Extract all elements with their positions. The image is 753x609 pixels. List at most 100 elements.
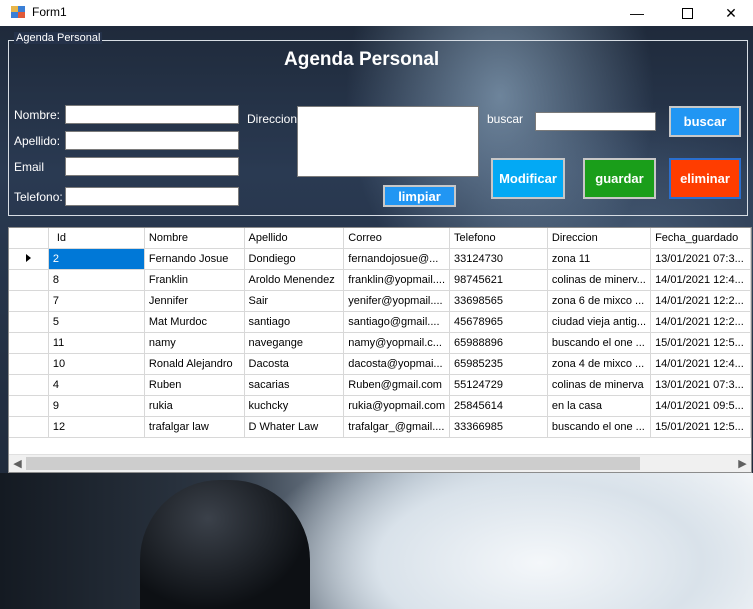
limpiar-button[interactable]: limpiar bbox=[383, 185, 456, 207]
table-cell[interactable]: 14/01/2021 12:4... bbox=[650, 353, 751, 375]
table-cell[interactable]: 9 bbox=[48, 395, 145, 417]
table-cell[interactable]: 45678965 bbox=[449, 311, 548, 333]
table-cell[interactable]: Ruben bbox=[144, 374, 245, 396]
table-cell[interactable]: santiago bbox=[244, 311, 345, 333]
row-header[interactable] bbox=[9, 311, 49, 333]
table-cell[interactable]: 65985235 bbox=[449, 353, 548, 375]
table-cell[interactable]: 13/01/2021 07:3... bbox=[650, 374, 751, 396]
scroll-thumb[interactable] bbox=[26, 457, 640, 470]
minimize-button[interactable]: — bbox=[614, 0, 660, 26]
column-header-apellido[interactable]: Apellido bbox=[244, 228, 345, 249]
search-input[interactable] bbox=[535, 112, 656, 131]
table-cell[interactable]: 15/01/2021 12:5... bbox=[650, 332, 751, 354]
table-cell[interactable]: 14/01/2021 09:5... bbox=[650, 395, 751, 417]
table-row[interactable]: 11 namy navegange namy@yopmail.c... 65988896… bbox=[9, 332, 751, 354]
table-cell[interactable]: rukia@yopmail.com bbox=[343, 395, 451, 417]
telefono-input[interactable] bbox=[65, 187, 239, 206]
guardar-button[interactable]: guardar bbox=[583, 158, 656, 199]
table-cell[interactable]: Dondiego bbox=[244, 248, 345, 270]
table-cell[interactable]: 65988896 bbox=[449, 332, 548, 354]
table-cell[interactable]: 15/01/2021 12:5... bbox=[650, 416, 751, 438]
row-header[interactable] bbox=[9, 269, 49, 291]
table-cell[interactable]: santiago@gmail.... bbox=[343, 311, 451, 333]
table-cell[interactable]: Fernando Josue bbox=[144, 248, 245, 270]
row-header[interactable] bbox=[9, 290, 49, 312]
eliminar-button[interactable]: eliminar bbox=[669, 158, 741, 199]
table-cell[interactable]: en la casa bbox=[547, 395, 652, 417]
table-cell[interactable]: 33124730 bbox=[449, 248, 548, 270]
horizontal-scrollbar[interactable]: ◀ ▶ bbox=[9, 454, 751, 472]
table-cell[interactable]: 14/01/2021 12:2... bbox=[650, 311, 751, 333]
table-row[interactable]: 4 Ruben sacarias Ruben@gmail.com 55124729 col… bbox=[9, 374, 751, 396]
table-row[interactable]: 7 Jennifer Sair yenifer@yopmail.... 33698565… bbox=[9, 290, 751, 312]
table-cell[interactable]: trafalgar law bbox=[144, 416, 245, 438]
table-cell[interactable]: franklin@yopmail.... bbox=[343, 269, 451, 291]
table-cell[interactable]: namy@yopmail.c... bbox=[343, 332, 451, 354]
table-cell[interactable]: colinas de minerva bbox=[547, 374, 652, 396]
table-row[interactable]: 5 Mat Murdoc santiago santiago@gmail.... 456… bbox=[9, 311, 751, 333]
table-cell[interactable]: ciudad vieja antig... bbox=[547, 311, 652, 333]
table-cell[interactable]: 33698565 bbox=[449, 290, 548, 312]
table-cell[interactable]: Ronald Alejandro bbox=[144, 353, 245, 375]
table-cell[interactable]: navegange bbox=[244, 332, 345, 354]
table-row[interactable]: 10 Ronald Alejandro Dacosta dacosta@yopmai.… bbox=[9, 353, 751, 375]
column-header-nombre[interactable]: Nombre bbox=[144, 228, 245, 249]
column-header-correo[interactable]: Correo bbox=[343, 228, 451, 249]
table-cell[interactable]: buscando el one ... bbox=[547, 416, 652, 438]
table-cell[interactable]: zona 6 de mixco ... bbox=[547, 290, 652, 312]
table-cell[interactable]: 25845614 bbox=[449, 395, 548, 417]
table-cell[interactable]: 55124729 bbox=[449, 374, 548, 396]
row-header[interactable] bbox=[9, 374, 49, 396]
contacts-grid[interactable]: Id Nombre Apellido Correo Telefono Direc… bbox=[8, 227, 752, 473]
table-cell[interactable]: dacosta@yopmai... bbox=[343, 353, 451, 375]
table-cell[interactable]: rukia bbox=[144, 395, 245, 417]
table-cell[interactable]: 33366985 bbox=[449, 416, 548, 438]
table-cell[interactable]: 5 bbox=[48, 311, 145, 333]
table-cell[interactable]: Ruben@gmail.com bbox=[343, 374, 451, 396]
table-cell[interactable]: yenifer@yopmail.... bbox=[343, 290, 451, 312]
scroll-left-icon[interactable]: ◀ bbox=[9, 455, 26, 472]
table-cell[interactable]: 14/01/2021 12:2... bbox=[650, 290, 751, 312]
column-header-id[interactable]: Id bbox=[48, 228, 145, 249]
direccion-textarea[interactable] bbox=[297, 106, 479, 177]
table-cell[interactable]: zona 11 bbox=[547, 248, 652, 270]
table-cell[interactable]: 13/01/2021 07:3... bbox=[650, 248, 751, 270]
table-cell[interactable]: 10 bbox=[48, 353, 145, 375]
table-cell[interactable]: zona 4 de mixco ... bbox=[547, 353, 652, 375]
table-cell[interactable]: kuchcky bbox=[244, 395, 345, 417]
table-row[interactable]: 2 Fernando Josue Dondiego fernandojosue@...… bbox=[9, 248, 751, 270]
column-header-telefono[interactable]: Telefono bbox=[449, 228, 548, 249]
table-cell[interactable]: 12 bbox=[48, 416, 145, 438]
scroll-right-icon[interactable]: ▶ bbox=[734, 455, 751, 472]
table-cell[interactable]: 11 bbox=[48, 332, 145, 354]
modificar-button[interactable]: Modificar bbox=[491, 158, 565, 199]
table-cell[interactable]: 7 bbox=[48, 290, 145, 312]
table-cell[interactable]: Aroldo Menendez bbox=[244, 269, 345, 291]
table-cell[interactable]: colinas de minerv... bbox=[547, 269, 652, 291]
table-row[interactable]: 9 rukia kuchcky rukia@yopmail.com 25845614 en… bbox=[9, 395, 751, 417]
table-cell[interactable]: Sair bbox=[244, 290, 345, 312]
table-cell[interactable]: 14/01/2021 12:4... bbox=[650, 269, 751, 291]
column-header-fecha-guardado[interactable]: Fecha_guardado bbox=[650, 228, 751, 249]
table-cell[interactable]: trafalgar_@gmail.... bbox=[343, 416, 451, 438]
nombre-input[interactable] bbox=[65, 105, 239, 124]
table-cell[interactable]: sacarias bbox=[244, 374, 345, 396]
table-cell[interactable]: 2 bbox=[48, 248, 145, 270]
maximize-button[interactable] bbox=[664, 0, 710, 26]
table-row[interactable]: 8 Franklin Aroldo Menendez franklin@yopmail… bbox=[9, 269, 751, 291]
table-cell[interactable]: 98745621 bbox=[449, 269, 548, 291]
table-cell[interactable]: D Whater Law bbox=[244, 416, 345, 438]
row-header[interactable] bbox=[9, 332, 49, 354]
table-cell[interactable]: fernandojosue@... bbox=[343, 248, 451, 270]
close-button[interactable]: ✕ bbox=[708, 0, 753, 26]
buscar-button[interactable]: buscar bbox=[669, 106, 741, 137]
table-cell[interactable]: namy bbox=[144, 332, 245, 354]
apellido-input[interactable] bbox=[65, 131, 239, 150]
table-row[interactable]: 12 trafalgar law D Whater Law trafalgar_@gm… bbox=[9, 416, 751, 438]
table-cell[interactable]: 8 bbox=[48, 269, 145, 291]
email-input[interactable] bbox=[65, 157, 239, 176]
column-header-direccion[interactable]: Direccion bbox=[547, 228, 652, 249]
table-cell[interactable]: buscando el one ... bbox=[547, 332, 652, 354]
row-header[interactable] bbox=[9, 353, 49, 375]
table-cell[interactable]: Franklin bbox=[144, 269, 245, 291]
